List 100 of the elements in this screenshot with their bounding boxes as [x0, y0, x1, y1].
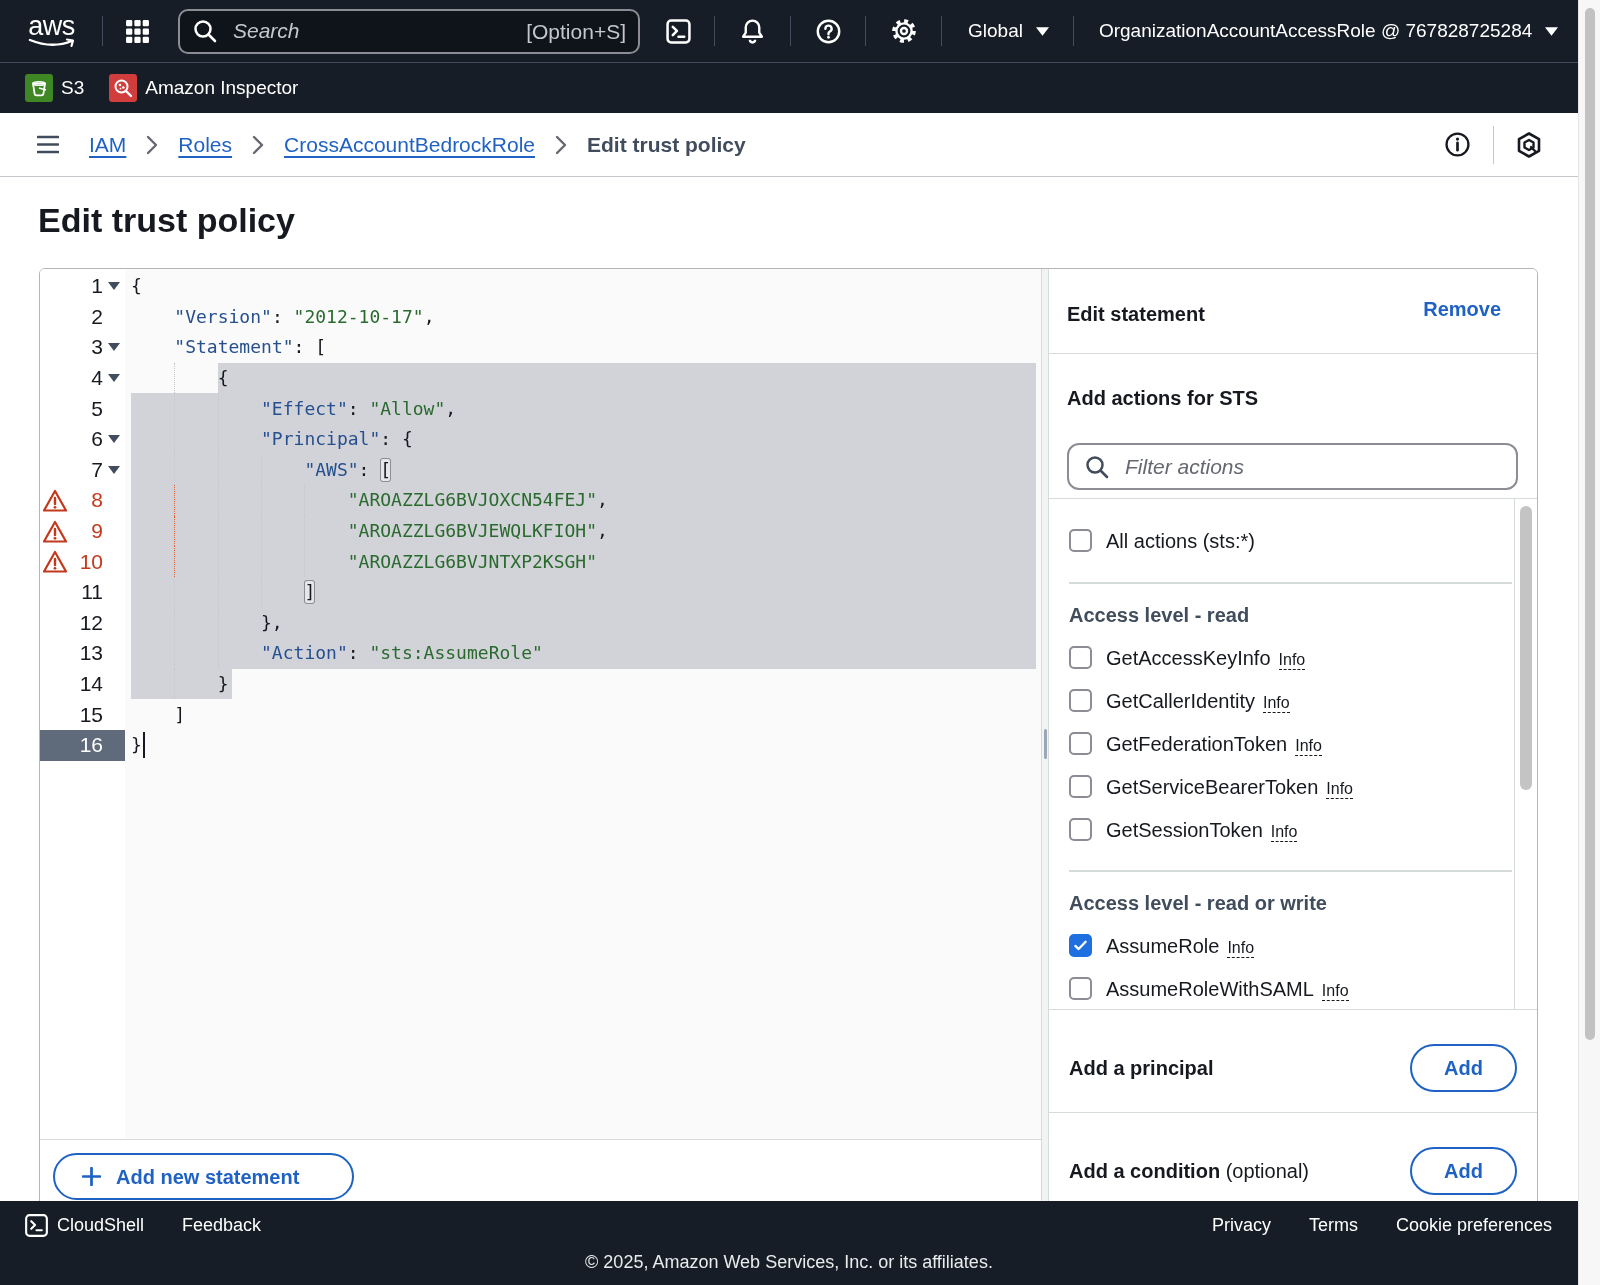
breadcrumb-current: Edit trust policy	[587, 131, 746, 158]
code-line: "Action": "sts:AssumeRole"	[261, 641, 543, 666]
footer-link[interactable]: Feedback	[182, 1211, 262, 1239]
info-link[interactable]: Info	[1321, 981, 1349, 1001]
checkbox[interactable]	[1069, 732, 1092, 755]
section-title: Add a principal	[1069, 1056, 1214, 1081]
code-line: "AWS": [	[304, 457, 392, 482]
line-number: 16	[79, 733, 103, 758]
fold-arrow-icon[interactable]	[108, 282, 120, 291]
footer-link[interactable]: CloudShell	[25, 1211, 145, 1239]
add-statement-button[interactable]: Add new statement	[53, 1153, 354, 1200]
line-number: 14	[79, 672, 103, 696]
fold-arrow-icon[interactable]	[108, 374, 120, 383]
checkbox-label: GetCallerIdentity	[1106, 688, 1255, 714]
terminal-icon[interactable]	[666, 18, 691, 44]
smile-arrow-icon	[27, 38, 76, 48]
group-heading: Access level - read	[1069, 603, 1250, 627]
menu-icon[interactable]	[37, 135, 59, 154]
home-logo-link[interactable]: aws	[26, 12, 77, 50]
footer-link[interactable]: Cookie preferences	[1395, 1211, 1552, 1239]
checkbox[interactable]	[1069, 529, 1092, 552]
keyboard-shortcut-hint: [Option+S]	[526, 18, 626, 44]
favorite-link[interactable]: Amazon Inspector	[109, 73, 299, 103]
line-number: 10	[79, 549, 103, 574]
region-selector[interactable]: Global	[968, 16, 1049, 46]
bell-icon[interactable]	[740, 18, 765, 44]
add-button[interactable]: Add	[1410, 1147, 1517, 1195]
checkbox-label: AssumeRoleWithSAML	[1106, 976, 1314, 1002]
settings-icon[interactable]	[891, 18, 917, 44]
line-number: 5	[91, 396, 103, 421]
checkbox[interactable]	[1069, 818, 1092, 841]
checkbox[interactable]	[1069, 977, 1092, 1000]
info-link[interactable]: Info	[1278, 650, 1306, 670]
list-scrollbar-thumb[interactable]	[1520, 506, 1532, 790]
code-line: "AROAZZLG6BVJOXCN54FEJ",	[347, 488, 608, 513]
line-number: 2	[91, 304, 103, 329]
info-link[interactable]: Info	[1326, 779, 1353, 799]
checkbox-label: GetAccessKeyInfo	[1106, 645, 1271, 671]
checkbox-label: GetSessionToken	[1106, 817, 1263, 843]
breadcrumb-link[interactable]: IAM	[89, 128, 127, 161]
line-number: 8	[91, 488, 103, 513]
resize-handle[interactable]	[1043, 729, 1047, 759]
section-heading: Add actions for STS	[1067, 386, 1259, 410]
code-line: },	[261, 610, 283, 635]
favorite-link[interactable]: S3	[25, 73, 85, 103]
code-line: "Statement": [	[174, 335, 327, 360]
checkbox-label: GetServiceBearerToken	[1106, 774, 1319, 800]
checkbox-label: All actions (sts:*)	[1106, 528, 1255, 554]
search-icon	[1085, 454, 1109, 479]
footer-link[interactable]: Privacy	[1211, 1211, 1271, 1239]
apps-grid-icon[interactable]	[125, 18, 150, 44]
line-number: 12	[79, 610, 103, 635]
checkbox[interactable]	[1069, 646, 1092, 669]
filter-actions-field[interactable]: Filter actions	[1067, 443, 1518, 490]
code-line: ]	[174, 702, 186, 727]
line-number: 1	[91, 274, 103, 299]
info-icon[interactable]	[1445, 132, 1470, 157]
chevron-right-icon	[252, 134, 265, 155]
checkbox[interactable]	[1069, 934, 1092, 957]
code-line: {	[217, 366, 229, 391]
breadcrumb-link[interactable]: Roles	[178, 128, 233, 161]
info-link[interactable]: Info	[1227, 938, 1255, 958]
account-menu[interactable]: OrganizationAccountAccessRole @ 767828725284	[1098, 16, 1559, 46]
line-number: 9	[91, 519, 103, 544]
search-icon	[193, 19, 217, 43]
line-number: 11	[81, 580, 103, 605]
code-line: ]	[304, 580, 316, 605]
checkbox[interactable]	[1069, 775, 1092, 798]
line-number: 6	[91, 427, 103, 452]
line-number: 15	[79, 702, 103, 727]
fold-arrow-icon[interactable]	[108, 465, 120, 474]
code-line: }	[217, 672, 229, 696]
breadcrumb-link[interactable]: CrossAccountBedrockRole	[284, 128, 535, 161]
add-button[interactable]: Add	[1410, 1044, 1517, 1092]
caret-down-icon	[1035, 26, 1049, 36]
hexagon-icon[interactable]	[1517, 131, 1541, 158]
page-title: Edit trust policy	[38, 200, 295, 240]
code-line: }	[131, 733, 142, 758]
remove-link[interactable]: Remove	[1423, 294, 1501, 324]
copyright-text: © 2025, Amazon Web Services, Inc. or its affiliates.	[585, 1251, 993, 1274]
footer-link[interactable]: Terms	[1308, 1211, 1358, 1239]
line-number: 13	[79, 641, 103, 666]
plus-icon	[82, 1167, 101, 1186]
info-link[interactable]: Info	[1270, 822, 1298, 842]
checkbox[interactable]	[1069, 689, 1092, 712]
info-link[interactable]: Info	[1295, 736, 1322, 756]
info-link[interactable]: Info	[1262, 693, 1290, 713]
checkbox-label: AssumeRole	[1106, 933, 1220, 959]
code-line: "Principal": {	[261, 427, 413, 452]
code-line: {	[131, 274, 142, 299]
chevron-right-icon	[555, 134, 567, 155]
code-line: "Version": "2012-10-17",	[174, 304, 435, 329]
help-icon[interactable]	[816, 18, 841, 44]
code-line: "AROAZZLG6BVJNTXP2KSGH"	[347, 549, 597, 574]
line-number: 4	[91, 366, 103, 391]
fold-arrow-icon[interactable]	[108, 435, 120, 444]
code-line: "AROAZZLG6BVJEWQLKFIOH",	[347, 519, 608, 544]
fold-arrow-icon[interactable]	[108, 343, 120, 352]
line-number: 3	[91, 335, 103, 360]
page-scrollbar-thumb[interactable]	[1584, 8, 1595, 1040]
